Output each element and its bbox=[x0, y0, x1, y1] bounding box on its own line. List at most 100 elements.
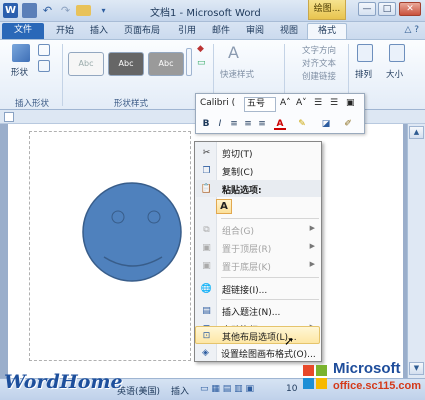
style-gallery-scroll-icon[interactable] bbox=[186, 48, 192, 76]
tab-review[interactable]: 审阅 bbox=[246, 24, 264, 39]
mini-font-name[interactable]: Calibri ( bbox=[200, 98, 235, 108]
size-button[interactable]: 大小 bbox=[386, 68, 403, 80]
tab-view[interactable]: 视图 bbox=[280, 24, 298, 39]
menu-item-other-layout-options[interactable]: ⊡ 其他布局选项(L)... bbox=[195, 326, 320, 344]
shape-fill-icon[interactable]: ◆ bbox=[197, 44, 209, 56]
menu-item-label: 插入题注(N)... bbox=[222, 308, 281, 318]
insert-shapes-group-label: 插入形状 bbox=[15, 99, 50, 109]
mini-toolbar: Calibri ( 五号 A˄ A˅ ☰ ☰ ▣ B I ≡ ≡ ≡ A ✎ ◪… bbox=[195, 93, 365, 134]
shape-style-tile-2[interactable]: Abc bbox=[108, 52, 144, 76]
caption-icon: ▤ bbox=[202, 306, 211, 316]
italic-button[interactable]: I bbox=[214, 118, 226, 130]
copy-icon: ❐ bbox=[202, 166, 211, 176]
shape-style-tile-1[interactable]: Abc bbox=[68, 52, 104, 76]
create-link-button[interactable]: 创建链接 bbox=[302, 70, 336, 82]
save-icon[interactable] bbox=[22, 3, 37, 18]
paste-icon: 📋 bbox=[200, 184, 213, 194]
menu-item-label: 组合(G) bbox=[222, 227, 254, 237]
minimize-button[interactable]: — bbox=[358, 2, 376, 16]
shape-style-tile-3[interactable]: Abc bbox=[148, 52, 184, 76]
shrink-font-icon[interactable]: A˅ bbox=[296, 98, 307, 108]
highlight-color-icon[interactable]: ✎ bbox=[296, 118, 308, 130]
group-icon: ⧉ bbox=[203, 225, 210, 235]
status-language[interactable]: 英语(美国) bbox=[117, 384, 160, 397]
open-folder-icon[interactable] bbox=[76, 5, 91, 16]
tab-insert[interactable]: 插入 bbox=[90, 24, 108, 39]
menu-item-group[interactable]: ⧉ 组合(G) ▶ bbox=[196, 221, 321, 239]
microsoft-logo-icon bbox=[303, 365, 327, 389]
title-bar: W ↶ ↷ ▾ 文档1 - Microsoft Word 绘图... — □ ✕ bbox=[0, 0, 425, 22]
menu-item-paste-options: 📋 粘贴选项: bbox=[196, 180, 321, 197]
menu-item-label: 剪切(T) bbox=[222, 150, 253, 160]
smiley-left-eye bbox=[111, 210, 125, 224]
scroll-up-icon[interactable]: ▲ bbox=[409, 126, 424, 139]
tab-references[interactable]: 引用 bbox=[178, 24, 196, 39]
tab-page-layout[interactable]: 页面布局 bbox=[124, 24, 160, 39]
send-back-icon: ▣ bbox=[202, 261, 211, 271]
redo-icon[interactable]: ↷ bbox=[58, 3, 73, 18]
view-buttons-icon[interactable]: ▭ ▦ ▤ ▥ ▣ bbox=[200, 384, 254, 394]
align-text-button[interactable]: 对齐文本 bbox=[302, 57, 336, 69]
increase-indent-icon[interactable]: ☰ bbox=[330, 98, 338, 108]
bring-forward-icon[interactable]: ▣ bbox=[346, 98, 355, 108]
ruler-toggle-icon[interactable] bbox=[4, 112, 14, 122]
shape-fill-mini-icon[interactable]: ◪ bbox=[320, 118, 332, 130]
menu-item-label: 粘贴选项: bbox=[222, 186, 262, 196]
center-align-icon[interactable]: ≡ bbox=[228, 118, 240, 130]
shapes-gallery-icon[interactable] bbox=[12, 44, 30, 62]
font-color-icon[interactable]: A bbox=[274, 118, 286, 130]
help-icon[interactable]: △ ? bbox=[404, 25, 419, 35]
ribbon-tab-bar: 文件 开始 插入 页面布局 引用 邮件 审阅 视图 格式 △ ? bbox=[0, 22, 425, 39]
bring-front-icon: ▣ bbox=[202, 243, 211, 253]
word-app-icon[interactable]: W bbox=[3, 3, 18, 18]
edit-shape-icon[interactable] bbox=[38, 44, 50, 56]
menu-item-label: 超链接(I)... bbox=[222, 286, 268, 296]
format-canvas-icon: ◈ bbox=[202, 348, 209, 358]
menu-separator bbox=[221, 299, 319, 300]
menu-item-hyperlink[interactable]: 🌐 超链接(I)... bbox=[196, 280, 321, 298]
layout-icon: ⊡ bbox=[202, 331, 211, 341]
tab-home[interactable]: 开始 bbox=[56, 24, 74, 39]
tab-format[interactable]: 格式 bbox=[307, 23, 347, 39]
watermark-brand: Microsoft bbox=[333, 360, 401, 377]
close-button[interactable]: ✕ bbox=[399, 2, 421, 16]
menu-item-insert-caption[interactable]: ▤ 插入题注(N)... bbox=[196, 302, 321, 320]
text-direction-button[interactable]: 文字方向 bbox=[302, 44, 336, 56]
smiley-shape[interactable] bbox=[80, 180, 184, 284]
undo-icon[interactable]: ↶ bbox=[40, 3, 55, 18]
scissors-icon: ✂ bbox=[202, 148, 211, 158]
quick-access-dropdown-icon[interactable]: ▾ bbox=[96, 3, 111, 18]
menu-item-cut[interactable]: ✂ 剪切(T) bbox=[196, 144, 321, 162]
status-insert-mode[interactable]: 插入 bbox=[171, 384, 189, 397]
maximize-button[interactable]: □ bbox=[378, 2, 396, 16]
quick-styles-button[interactable]: 快速样式 bbox=[220, 68, 254, 80]
decrease-indent-icon[interactable]: ☰ bbox=[314, 98, 322, 108]
menu-item-bring-to-front[interactable]: ▣ 置于顶层(R) ▶ bbox=[196, 239, 321, 257]
submenu-arrow-icon: ▶ bbox=[309, 242, 315, 250]
arrange-button[interactable]: 排列 bbox=[355, 68, 372, 80]
grow-font-icon[interactable]: A˄ bbox=[280, 98, 291, 108]
menu-item-copy[interactable]: ❐ 复制(C) bbox=[196, 162, 321, 180]
quick-styles-icon[interactable]: A bbox=[228, 44, 246, 62]
shape-styles-group-label: 形状样式 bbox=[114, 99, 149, 109]
menu-item-send-to-back[interactable]: ▣ 置于底层(K) ▶ bbox=[196, 257, 321, 275]
bold-button[interactable]: B bbox=[200, 118, 212, 130]
shape-outline-icon[interactable]: ▭ bbox=[197, 58, 209, 70]
tab-mailings[interactable]: 邮件 bbox=[212, 24, 230, 39]
paste-keep-text-only-button[interactable]: A bbox=[216, 199, 232, 214]
tab-file[interactable]: 文件 bbox=[2, 23, 44, 39]
text-box-icon[interactable] bbox=[38, 60, 50, 72]
menu-item-label: 置于底层(K) bbox=[222, 263, 271, 273]
justify-align-icon[interactable]: ≡ bbox=[242, 118, 254, 130]
status-zoom[interactable]: 10 bbox=[286, 384, 297, 394]
arrange-icon[interactable] bbox=[357, 44, 373, 62]
size-icon[interactable] bbox=[389, 44, 405, 62]
watermark: Microsoft office.sc115.com bbox=[302, 358, 425, 400]
window-title: 文档1 - Microsoft Word bbox=[150, 8, 261, 19]
right-align-icon[interactable]: ≡ bbox=[256, 118, 268, 130]
vertical-scrollbar[interactable]: ▲ ▼ bbox=[407, 124, 425, 378]
mini-font-size[interactable]: 五号 bbox=[244, 97, 276, 112]
drawing-tools-context-tab: 绘图... bbox=[308, 0, 346, 20]
format-painter-icon[interactable]: ✐ bbox=[342, 118, 354, 130]
shapes-button[interactable]: 形状 bbox=[11, 66, 28, 78]
